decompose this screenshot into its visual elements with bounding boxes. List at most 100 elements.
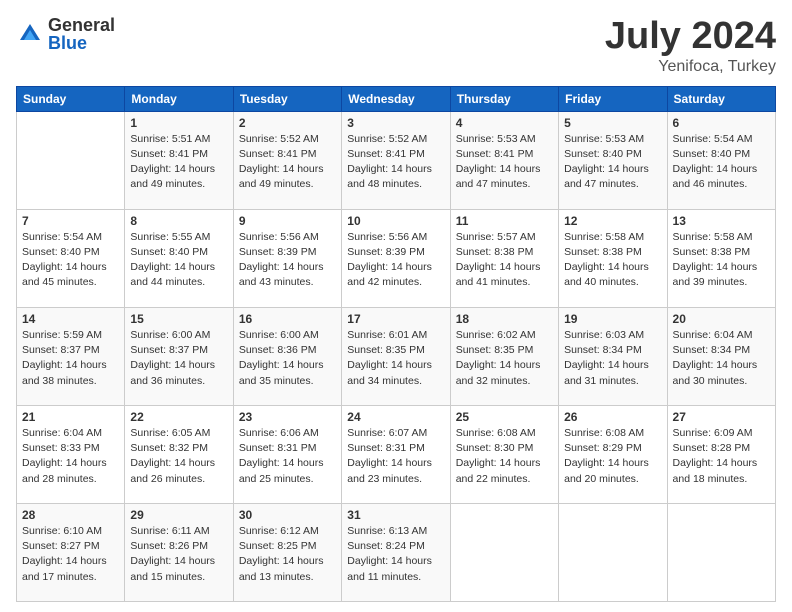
day-of-week-header: Friday xyxy=(559,86,667,111)
day-number: 3 xyxy=(347,116,444,130)
calendar-cell: 6 Sunrise: 5:54 AM Sunset: 8:40 PM Daylig… xyxy=(667,111,775,209)
day-number: 24 xyxy=(347,410,444,424)
day-info: Sunrise: 6:12 AM Sunset: 8:25 PM Dayligh… xyxy=(239,524,336,585)
location-title: Yenifoca, Turkey xyxy=(605,58,776,76)
day-number: 5 xyxy=(564,116,661,130)
day-info: Sunrise: 5:52 AM Sunset: 8:41 PM Dayligh… xyxy=(347,132,444,193)
calendar-cell: 26 Sunrise: 6:08 AM Sunset: 8:29 PM Dayli… xyxy=(559,405,667,503)
day-info: Sunrise: 5:58 AM Sunset: 8:38 PM Dayligh… xyxy=(564,230,661,291)
day-number: 6 xyxy=(673,116,770,130)
calendar-cell: 27Sunrise: 6:09 AM Sunset: 8:28 PM Dayli… xyxy=(667,405,775,503)
calendar-cell: 19 Sunrise: 6:03 AM Sunset: 8:34 PM Dayli… xyxy=(559,307,667,405)
logo-general: General xyxy=(48,16,115,34)
calendar-cell xyxy=(17,111,125,209)
day-info: Sunrise: 6:00 AM Sunset: 8:37 PM Dayligh… xyxy=(130,328,227,389)
calendar-cell: 10Sunrise: 5:56 AM Sunset: 8:39 PM Dayli… xyxy=(342,209,450,307)
logo: General Blue xyxy=(16,16,115,52)
day-of-week-header: Thursday xyxy=(450,86,558,111)
calendar-week-row: 21 Sunrise: 6:04 AM Sunset: 8:33 PM Dayli… xyxy=(17,405,776,503)
calendar-cell: 5 Sunrise: 5:53 AM Sunset: 8:40 PM Daylig… xyxy=(559,111,667,209)
day-info: Sunrise: 6:04 AM Sunset: 8:33 PM Dayligh… xyxy=(22,426,119,487)
calendar-cell: 16 Sunrise: 6:00 AM Sunset: 8:36 PM Dayli… xyxy=(233,307,341,405)
calendar-cell: 2Sunrise: 5:52 AM Sunset: 8:41 PM Daylig… xyxy=(233,111,341,209)
day-number: 19 xyxy=(564,312,661,326)
calendar-header: SundayMondayTuesdayWednesdayThursdayFrid… xyxy=(17,86,776,111)
calendar-cell: 4 Sunrise: 5:53 AM Sunset: 8:41 PM Daylig… xyxy=(450,111,558,209)
day-of-week-header: Sunday xyxy=(17,86,125,111)
day-number: 7 xyxy=(22,214,119,228)
calendar-cell: 3 Sunrise: 5:52 AM Sunset: 8:41 PM Daylig… xyxy=(342,111,450,209)
month-title: July 2024 xyxy=(605,16,776,58)
calendar-week-row: 28 Sunrise: 6:10 AM Sunset: 8:27 PM Dayli… xyxy=(17,503,776,601)
page: General Blue July 2024 Yenifoca, Turkey … xyxy=(0,0,792,612)
day-info: Sunrise: 6:07 AM Sunset: 8:31 PM Dayligh… xyxy=(347,426,444,487)
day-of-week-header: Monday xyxy=(125,86,233,111)
day-info: Sunrise: 5:56 AM Sunset: 8:39 PM Dayligh… xyxy=(347,230,444,291)
day-number: 31 xyxy=(347,508,444,522)
calendar-cell: 1Sunrise: 5:51 AM Sunset: 8:41 PM Daylig… xyxy=(125,111,233,209)
day-number: 25 xyxy=(456,410,553,424)
day-info: Sunrise: 6:08 AM Sunset: 8:29 PM Dayligh… xyxy=(564,426,661,487)
day-info: Sunrise: 5:51 AM Sunset: 8:41 PM Dayligh… xyxy=(130,132,227,193)
calendar-cell: 21 Sunrise: 6:04 AM Sunset: 8:33 PM Dayli… xyxy=(17,405,125,503)
day-info: Sunrise: 6:03 AM Sunset: 8:34 PM Dayligh… xyxy=(564,328,661,389)
calendar-cell: 23 Sunrise: 6:06 AM Sunset: 8:31 PM Dayli… xyxy=(233,405,341,503)
day-info: Sunrise: 5:57 AM Sunset: 8:38 PM Dayligh… xyxy=(456,230,553,291)
calendar-cell xyxy=(559,503,667,601)
day-number: 28 xyxy=(22,508,119,522)
header: General Blue July 2024 Yenifoca, Turkey xyxy=(16,16,776,76)
day-number: 27 xyxy=(673,410,770,424)
day-info: Sunrise: 5:55 AM Sunset: 8:40 PM Dayligh… xyxy=(130,230,227,291)
calendar-cell: 9Sunrise: 5:56 AM Sunset: 8:39 PM Daylig… xyxy=(233,209,341,307)
day-number: 17 xyxy=(347,312,444,326)
calendar-body: 1Sunrise: 5:51 AM Sunset: 8:41 PM Daylig… xyxy=(17,111,776,601)
title-block: July 2024 Yenifoca, Turkey xyxy=(605,16,776,76)
calendar-cell: 14Sunrise: 5:59 AM Sunset: 8:37 PM Dayli… xyxy=(17,307,125,405)
day-info: Sunrise: 6:08 AM Sunset: 8:30 PM Dayligh… xyxy=(456,426,553,487)
day-number: 20 xyxy=(673,312,770,326)
day-info: Sunrise: 5:59 AM Sunset: 8:37 PM Dayligh… xyxy=(22,328,119,389)
day-info: Sunrise: 6:05 AM Sunset: 8:32 PM Dayligh… xyxy=(130,426,227,487)
calendar-cell: 7Sunrise: 5:54 AM Sunset: 8:40 PM Daylig… xyxy=(17,209,125,307)
day-of-week-header: Saturday xyxy=(667,86,775,111)
day-info: Sunrise: 6:06 AM Sunset: 8:31 PM Dayligh… xyxy=(239,426,336,487)
logo-text: General Blue xyxy=(48,16,115,52)
day-number: 15 xyxy=(130,312,227,326)
day-info: Sunrise: 5:53 AM Sunset: 8:41 PM Dayligh… xyxy=(456,132,553,193)
day-number: 13 xyxy=(673,214,770,228)
calendar-cell: 28 Sunrise: 6:10 AM Sunset: 8:27 PM Dayli… xyxy=(17,503,125,601)
day-number: 21 xyxy=(22,410,119,424)
day-number: 18 xyxy=(456,312,553,326)
day-number: 8 xyxy=(130,214,227,228)
calendar-week-row: 14Sunrise: 5:59 AM Sunset: 8:37 PM Dayli… xyxy=(17,307,776,405)
calendar-cell: 15 Sunrise: 6:00 AM Sunset: 8:37 PM Dayli… xyxy=(125,307,233,405)
day-number: 11 xyxy=(456,214,553,228)
day-info: Sunrise: 6:00 AM Sunset: 8:36 PM Dayligh… xyxy=(239,328,336,389)
day-number: 4 xyxy=(456,116,553,130)
calendar-cell xyxy=(667,503,775,601)
day-number: 22 xyxy=(130,410,227,424)
day-info: Sunrise: 6:11 AM Sunset: 8:26 PM Dayligh… xyxy=(130,524,227,585)
calendar-cell: 29 Sunrise: 6:11 AM Sunset: 8:26 PM Dayli… xyxy=(125,503,233,601)
day-info: Sunrise: 5:54 AM Sunset: 8:40 PM Dayligh… xyxy=(673,132,770,193)
day-number: 26 xyxy=(564,410,661,424)
day-number: 16 xyxy=(239,312,336,326)
calendar-cell: 13Sunrise: 5:58 AM Sunset: 8:38 PM Dayli… xyxy=(667,209,775,307)
day-number: 23 xyxy=(239,410,336,424)
day-info: Sunrise: 6:01 AM Sunset: 8:35 PM Dayligh… xyxy=(347,328,444,389)
day-info: Sunrise: 6:02 AM Sunset: 8:35 PM Dayligh… xyxy=(456,328,553,389)
day-info: Sunrise: 5:53 AM Sunset: 8:40 PM Dayligh… xyxy=(564,132,661,193)
day-of-week-header: Wednesday xyxy=(342,86,450,111)
calendar-cell: 22 Sunrise: 6:05 AM Sunset: 8:32 PM Dayli… xyxy=(125,405,233,503)
header-row: SundayMondayTuesdayWednesdayThursdayFrid… xyxy=(17,86,776,111)
calendar-cell xyxy=(450,503,558,601)
day-number: 2 xyxy=(239,116,336,130)
calendar-cell: 30Sunrise: 6:12 AM Sunset: 8:25 PM Dayli… xyxy=(233,503,341,601)
day-info: Sunrise: 5:56 AM Sunset: 8:39 PM Dayligh… xyxy=(239,230,336,291)
day-info: Sunrise: 6:10 AM Sunset: 8:27 PM Dayligh… xyxy=(22,524,119,585)
calendar-cell: 12Sunrise: 5:58 AM Sunset: 8:38 PM Dayli… xyxy=(559,209,667,307)
day-number: 29 xyxy=(130,508,227,522)
calendar-cell: 17 Sunrise: 6:01 AM Sunset: 8:35 PM Dayli… xyxy=(342,307,450,405)
calendar-table: SundayMondayTuesdayWednesdayThursdayFrid… xyxy=(16,86,776,602)
day-info: Sunrise: 6:04 AM Sunset: 8:34 PM Dayligh… xyxy=(673,328,770,389)
